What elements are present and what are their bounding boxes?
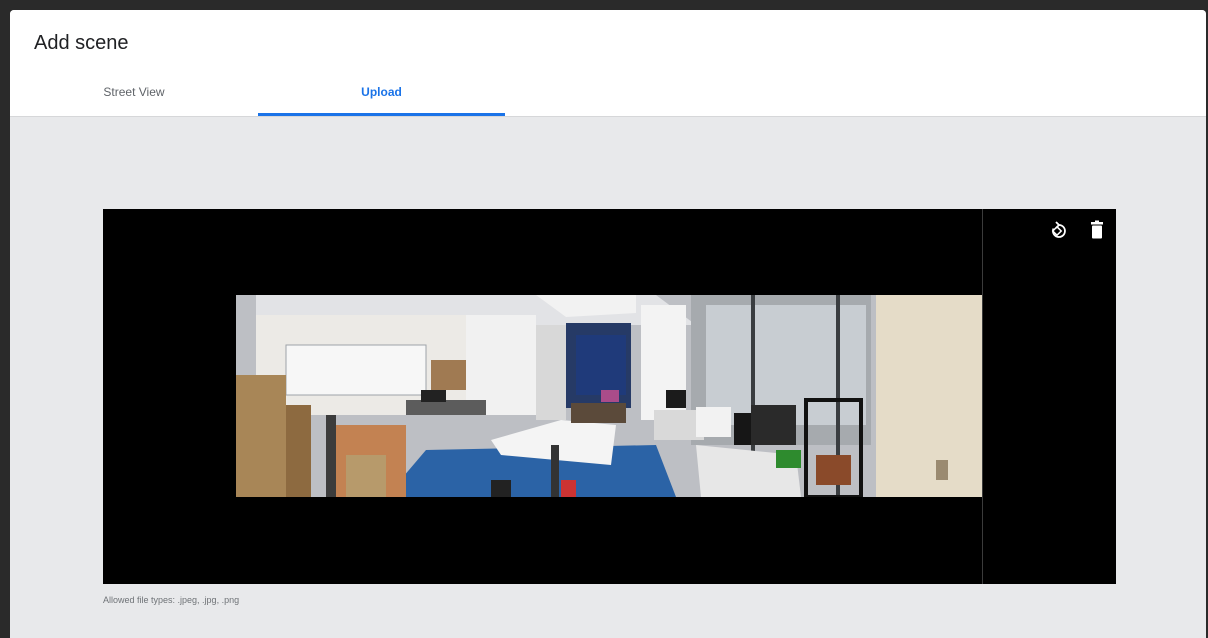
delete-button[interactable] [1086, 219, 1108, 241]
tab-street-view[interactable]: Street View [10, 68, 258, 116]
image-preview [103, 209, 1116, 584]
dialog-title: Add scene [34, 32, 129, 54]
trash-icon [1091, 220, 1103, 239]
rotate-icon [1051, 221, 1066, 238]
dialog-header: Add scene Street View Upload [10, 10, 1206, 117]
allowed-file-types-hint: Allowed file types: .jpeg, .jpg, .png [103, 595, 240, 605]
preview-divider [982, 209, 983, 584]
panorama-photo [236, 295, 982, 497]
rotate-button[interactable] [1048, 219, 1070, 241]
add-scene-dialog: Add scene Street View Upload Allowed fil… [10, 10, 1206, 638]
tab-upload[interactable]: Upload [258, 68, 505, 116]
panorama-image [236, 295, 982, 497]
